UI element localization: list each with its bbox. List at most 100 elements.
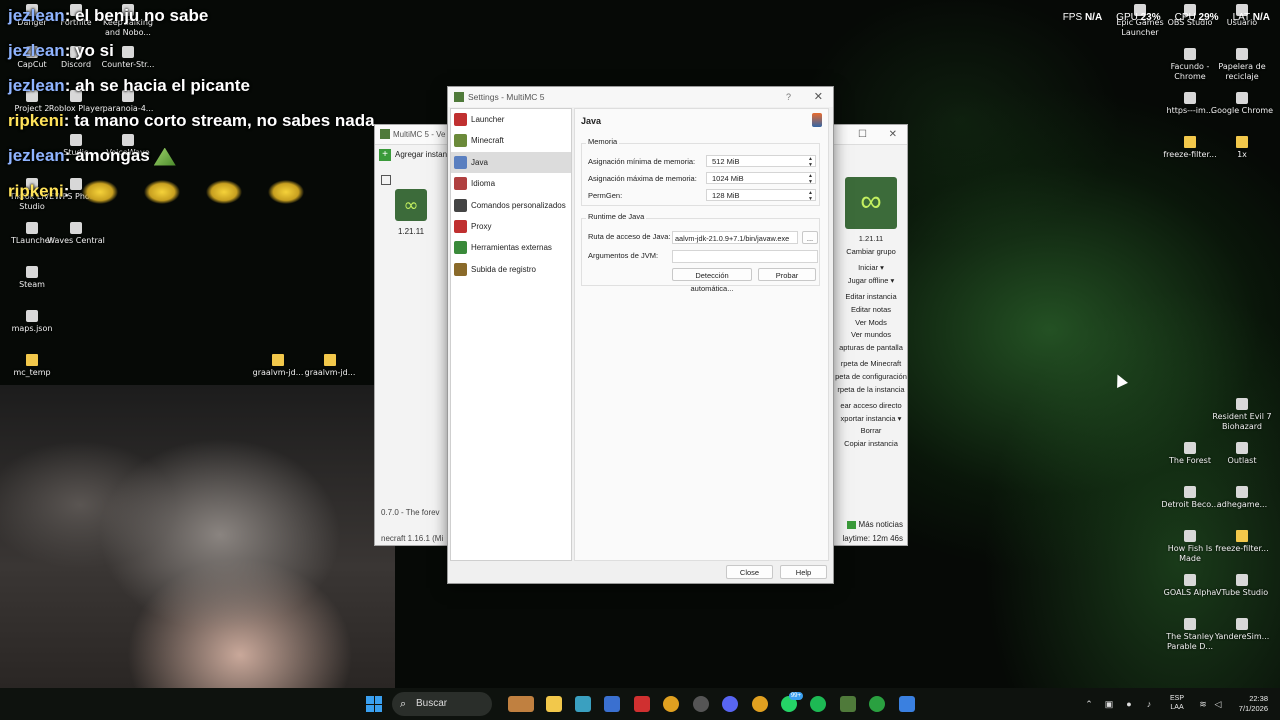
microphone-icon[interactable]: ♪: [1144, 699, 1154, 709]
nav-item-proxy[interactable]: Proxy: [451, 216, 571, 237]
nav-item-java[interactable]: Java: [451, 151, 571, 174]
nav-item-idioma[interactable]: Idioma: [451, 173, 571, 194]
instance-action[interactable]: Borrar: [835, 425, 907, 438]
test-button[interactable]: Probar: [758, 268, 816, 281]
chat-overlay: jezlean: el benju no sabe jezlean: yo si…: [8, 4, 375, 214]
permgen-value: 128 MiB: [712, 191, 740, 200]
clock-time: 22:38: [1249, 694, 1268, 703]
instance-action[interactable]: Ver Mods: [835, 317, 907, 330]
chevron-up-icon[interactable]: ⌃: [1084, 699, 1094, 709]
desktop-shortcut[interactable]: Steam: [0, 266, 64, 290]
instance-action[interactable]: Ver mundos: [835, 329, 907, 342]
search-placeholder: Buscar: [416, 698, 448, 709]
close-button[interactable]: Close: [726, 565, 773, 579]
jvm-args-label: Argumentos de JVM:: [588, 251, 659, 260]
instance-action[interactable]: xportar instancia ▾: [835, 413, 907, 426]
nav-item-minecraft[interactable]: Minecraft: [451, 130, 571, 151]
java-path-input[interactable]: aalvm-jdk-21.0.9+7.1/bin/javaw.exe: [672, 231, 798, 244]
spin-arrows-icon[interactable]: ▲ ▼: [808, 156, 813, 168]
clock[interactable]: 22:38 7/1/2026: [1232, 694, 1268, 714]
chat-message: ripkeni:: [8, 179, 375, 214]
instance-action[interactable]: Iniciar ▾: [835, 262, 907, 275]
instance-action[interactable]: rpeta de Minecraft: [835, 358, 907, 371]
desktop-shortcut[interactable]: Google Chrome: [1210, 92, 1274, 116]
nav-item-launcher[interactable]: Launcher: [451, 109, 571, 130]
file-explorer-icon[interactable]: [546, 696, 562, 712]
desktop-shortcut[interactable]: Outlast: [1210, 442, 1274, 466]
minecraft-icon: [454, 134, 467, 148]
desktop-shortcut[interactable]: adhegame...: [1210, 486, 1274, 510]
chat-message: jezlean: el benju no sabe: [8, 4, 375, 39]
news-ticker[interactable]: 0.7.0 - The forev: [381, 508, 440, 517]
desktop-shortcut[interactable]: maps.json: [0, 310, 64, 334]
settings-icon[interactable]: [693, 696, 709, 712]
browse-java-button[interactable]: ...: [802, 231, 818, 244]
instance-action[interactable]: Copiar instancia: [835, 438, 907, 451]
min-memory-spinbox[interactable]: 512 MiB ▲ ▼: [706, 155, 816, 168]
desktop-shortcut[interactable]: graalvm-jd...: [298, 354, 362, 378]
minion-emote-icon: [260, 179, 313, 205]
tray-app-icon[interactable]: ●: [1124, 699, 1134, 709]
desktop-shortcut[interactable]: VTube Studio: [1210, 574, 1274, 598]
spin-arrows-icon[interactable]: ▲ ▼: [808, 190, 813, 202]
spotify-icon[interactable]: [810, 696, 826, 712]
whatsapp-icon[interactable]: 99+: [781, 692, 803, 712]
instance-action[interactable]: Editar notas: [835, 304, 907, 317]
desktop-shortcut[interactable]: Waves Central: [44, 222, 108, 246]
discord-icon[interactable]: [722, 696, 738, 712]
language-indicator[interactable]: ESP LAA: [1170, 694, 1184, 712]
copilot-icon[interactable]: [575, 696, 591, 712]
instance-action[interactable]: rpeta de la instancia: [835, 384, 907, 397]
wps-icon[interactable]: [634, 696, 650, 712]
multimc-icon: [380, 129, 390, 139]
chrome-icon[interactable]: [663, 696, 679, 712]
wifi-icon[interactable]: ≋: [1198, 699, 1208, 709]
desktop-shortcut[interactable]: 1x: [1210, 136, 1274, 160]
desktop-shortcut[interactable]: Papelera de reciclaje: [1210, 48, 1274, 82]
instance-action[interactable]: Cambiar grupo: [835, 246, 907, 259]
java-taskbar-icon[interactable]: [899, 696, 915, 712]
desktop-shortcut-label: graalvm-jd...: [304, 368, 356, 377]
permgen-spinbox[interactable]: 128 MiB ▲ ▼: [706, 189, 816, 202]
instance-action[interactable]: Jugar offline ▾: [835, 275, 907, 288]
tray-app-icon[interactable]: ▣: [1104, 699, 1114, 709]
add-instance-button[interactable]: + Agregar instanc: [379, 149, 451, 161]
java-settings-page: Java Memoria Asignación mínima de memori…: [574, 108, 829, 561]
chrome-profile-icon[interactable]: [752, 696, 768, 712]
keyboard-layout: LAA: [1170, 704, 1184, 711]
instance-action[interactable]: Editar instancia: [835, 291, 907, 304]
store-icon[interactable]: [604, 696, 620, 712]
collapse-group-icon[interactable]: [381, 175, 391, 185]
help-button[interactable]: Help: [780, 565, 827, 579]
instance-tile[interactable]: 1.21.11: [393, 189, 429, 236]
start-button[interactable]: [366, 696, 382, 712]
status-instance: necraft 1.16.1 (Mi: [381, 534, 444, 543]
instance-action[interactable]: peta de configuración: [835, 371, 907, 384]
instance-action[interactable]: apturas de pantalla: [835, 342, 907, 355]
volume-icon[interactable]: ◁: [1213, 699, 1223, 709]
nav-item-comandos-personalizados[interactable]: Comandos personalizados: [451, 195, 571, 216]
close-icon[interactable]: ✕: [889, 125, 897, 144]
nav-item-herramientas-externas[interactable]: Herramientas externas: [451, 237, 571, 258]
spin-arrows-icon[interactable]: ▲ ▼: [808, 173, 813, 185]
search-box[interactable]: ⌕ Buscar: [392, 692, 492, 716]
jvm-args-input[interactable]: [672, 250, 818, 263]
max-memory-spinbox[interactable]: 1024 MiB ▲ ▼: [706, 172, 816, 185]
desktop-shortcut[interactable]: YandereSim...: [1210, 618, 1274, 642]
autodetect-button[interactable]: Detección automática...: [672, 268, 752, 293]
more-news-button[interactable]: Más noticias: [846, 520, 903, 529]
instance-action[interactable]: ear acceso directo: [835, 400, 907, 413]
multimc-taskbar-icon[interactable]: [840, 696, 856, 712]
search-icon: ⌕: [400, 698, 407, 710]
maximize-icon[interactable]: ☐: [858, 125, 867, 144]
nav-item-subida-de-registro[interactable]: Subida de registro: [451, 259, 571, 280]
notification-badge: 99+: [788, 692, 803, 700]
desktop-shortcut[interactable]: mc_temp: [0, 354, 64, 378]
xbox-icon[interactable]: [869, 696, 885, 712]
desktop-shortcut[interactable]: freeze-filter...: [1210, 530, 1274, 554]
help-icon[interactable]: ?: [786, 87, 791, 107]
desktop-shortcut[interactable]: Resident Evil 7 Biohazard: [1210, 398, 1274, 432]
multimc-icon: [454, 92, 464, 102]
close-icon[interactable]: ✕: [814, 87, 823, 107]
taskbar-app-icon[interactable]: [508, 696, 534, 712]
